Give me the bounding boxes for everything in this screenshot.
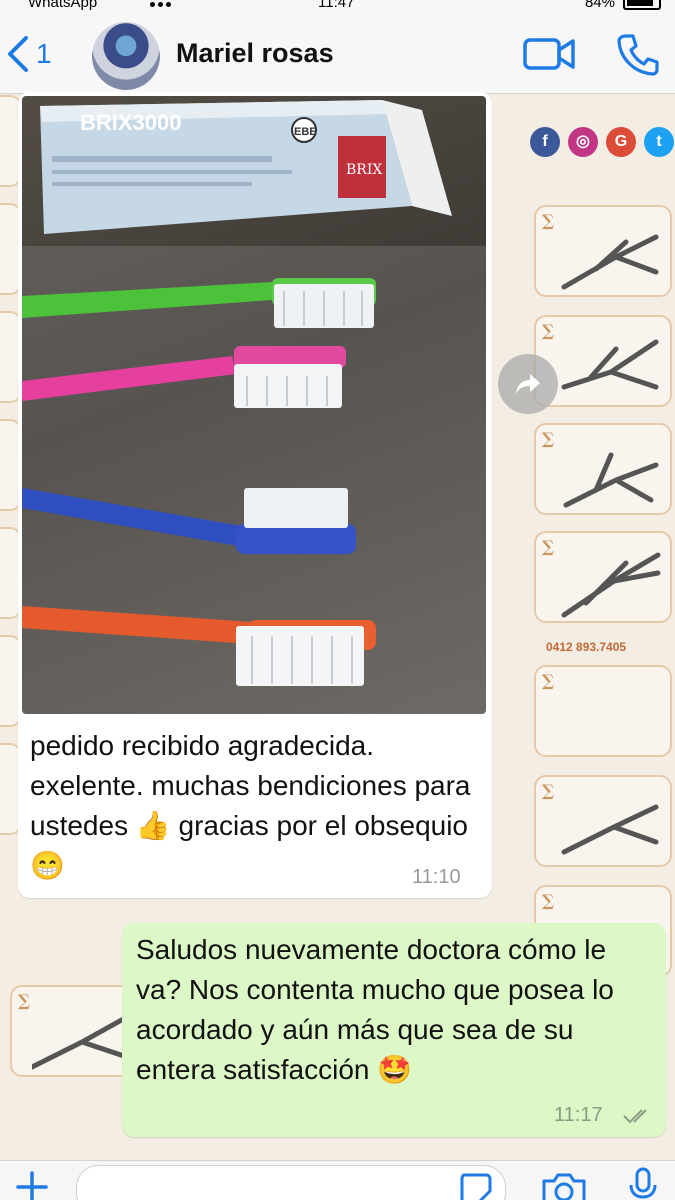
status-time: 11:47	[318, 0, 355, 11]
incoming-message-time: 11:10	[412, 866, 461, 888]
microphone-icon[interactable]	[628, 1167, 658, 1200]
forward-button[interactable]	[498, 354, 558, 414]
social-icons: f ◎ G t	[530, 127, 674, 157]
incoming-message-text: pedido recibido agradecida. exelente. mu…	[30, 730, 471, 881]
plier-icon	[561, 234, 659, 290]
outgoing-message-time: 11:17	[554, 1104, 603, 1126]
brand-logo-icon: ∑	[542, 891, 555, 910]
facebook-icon: f	[530, 127, 560, 157]
message-photo[interactable]: BRIX BRIX3000 EBE	[22, 96, 486, 714]
plier-icon	[561, 804, 659, 855]
status-carrier: WhatsApp	[28, 0, 98, 11]
phone-icon[interactable]	[616, 32, 660, 76]
photo-content: BRIX BRIX3000 EBE	[22, 100, 486, 714]
plier-icon	[561, 339, 659, 390]
twitter-icon: t	[644, 127, 674, 157]
catalog-product-card: ∑	[534, 665, 672, 757]
box-brand: BRIX3000	[80, 110, 182, 135]
unread-count: 1	[36, 38, 52, 69]
status-bar: WhatsApp 11:47 84%	[0, 0, 675, 18]
contact-name[interactable]: Mariel rosas	[176, 38, 334, 69]
avatar[interactable]	[92, 22, 160, 90]
brand-logo-icon: ∑	[542, 671, 555, 690]
catalog-plier-card: ∑	[534, 531, 672, 623]
box-side-label: BRIX	[346, 162, 382, 178]
battery-icon	[623, 0, 661, 10]
forward-icon	[516, 374, 540, 394]
google-plus-icon: G	[606, 127, 636, 157]
plus-icon[interactable]	[14, 1169, 50, 1200]
catalog-plier-card: ∑	[534, 423, 672, 515]
chat-header: 1 Mariel rosas	[0, 18, 675, 94]
double-check-icon	[623, 1109, 647, 1124]
catalog-plier-card: ∑	[534, 775, 672, 867]
plier-icon	[563, 452, 659, 508]
message-input[interactable]	[76, 1165, 506, 1200]
instagram-icon: ◎	[568, 127, 598, 157]
message-input-bar	[0, 1160, 675, 1200]
sticker-icon[interactable]	[458, 1171, 494, 1200]
video-camera-icon[interactable]	[522, 34, 576, 74]
catalog-phone: 0412 893.7405	[546, 640, 627, 654]
chevron-left-icon	[8, 36, 28, 72]
box-badge: EBE	[294, 126, 317, 138]
signal-icon	[150, 2, 171, 7]
outgoing-message-text: Saludos nuevamente doctora cómo le va? N…	[136, 934, 614, 1085]
plier-icon	[561, 552, 661, 618]
catalog-plier-card: ∑	[534, 205, 672, 297]
back-button[interactable]: 1	[4, 32, 52, 76]
status-battery-percent: 84%	[584, 0, 615, 11]
camera-icon[interactable]	[540, 1171, 588, 1200]
